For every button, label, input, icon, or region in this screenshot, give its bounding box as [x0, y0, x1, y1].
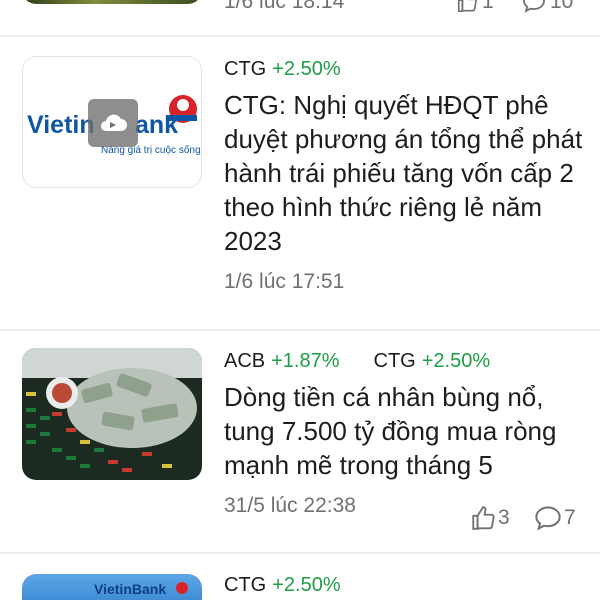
article-headline[interactable]: CTG: Nghị quyết HĐQT phê duyệt phương án…	[224, 88, 584, 258]
previous-thumbnail[interactable]	[22, 0, 202, 4]
divider	[0, 35, 600, 37]
like-button[interactable]: 3	[470, 505, 510, 531]
like-count: 3	[498, 506, 510, 529]
svg-text:VietinBank: VietinBank	[94, 581, 166, 597]
previous-comment-button[interactable]: 10	[522, 0, 573, 14]
article-thumbnail[interactable]: Vietin ank Nâng giá trị cuộc sống	[22, 56, 202, 188]
thumbs-up-icon	[457, 0, 477, 12]
stock-code: CTG	[224, 573, 267, 596]
news-card[interactable]: Vietin ank Nâng giá trị cuộc sống CTG +2…	[0, 56, 600, 326]
previous-comment-count: 10	[550, 0, 574, 13]
vietinbank-logo: VietinBank	[94, 581, 188, 597]
stock-change: +2.50%	[272, 57, 341, 80]
article-thumbnail[interactable]	[22, 348, 202, 480]
comment-button[interactable]: 7	[534, 505, 576, 531]
video-play-button[interactable]	[88, 99, 138, 147]
previous-time: 1/6 lúc 18:14	[224, 0, 345, 13]
article-content: ACB +1.87% CTG +2.50% Dòng tiền cá nhân …	[224, 348, 584, 518]
stock-code: CTG	[224, 57, 267, 80]
svg-text:Vietin: Vietin	[27, 111, 95, 139]
comment-count: 7	[564, 506, 576, 529]
article-thumbnail[interactable]: VietinBank	[22, 574, 202, 600]
news-card[interactable]: VietinBank CTG +2.50%	[0, 572, 600, 600]
article-time: 1/6 lúc 17:51	[224, 270, 345, 293]
article-content: CTG +2.50%	[224, 572, 584, 598]
previous-like-button[interactable]: 1	[456, 0, 494, 14]
stock-change: +1.87%	[271, 349, 340, 372]
stock-tags: ACB +1.87% CTG +2.50%	[224, 348, 584, 374]
money-stock-board-image	[22, 348, 202, 480]
stock-tag[interactable]: CTG +2.50%	[224, 574, 341, 597]
comment-icon	[523, 0, 545, 13]
stock-change: +2.50%	[421, 349, 491, 372]
comment-icon	[535, 506, 561, 531]
article-content: CTG +2.50% CTG: Nghị quyết HĐQT phê duyệ…	[224, 56, 584, 294]
news-card[interactable]: ACB +1.87% CTG +2.50% Dòng tiền cá nhân …	[0, 348, 600, 538]
stock-change: +2.50%	[272, 573, 341, 596]
stock-tags: CTG +2.50%	[224, 56, 584, 82]
stock-tag[interactable]: CTG +2.50%	[224, 58, 341, 81]
thumbs-up-icon	[472, 506, 495, 530]
article-time: 31/5 lúc 22:38	[224, 494, 356, 517]
stock-tag[interactable]: ACB +1.87%	[224, 350, 340, 373]
divider	[0, 552, 600, 554]
previous-like-count: 1	[482, 0, 494, 13]
cloud-play-icon	[101, 114, 127, 131]
divider	[0, 329, 600, 331]
stock-code: CTG	[373, 349, 416, 372]
previous-article[interactable]: 1/6 lúc 18:14 1 10	[0, 0, 600, 36]
stock-tag[interactable]: CTG +2.50%	[374, 350, 491, 373]
stock-code: ACB	[224, 349, 266, 372]
article-headline[interactable]: Dòng tiền cá nhân bùng nổ, tung 7.500 tỷ…	[224, 380, 584, 482]
stock-tags: CTG +2.50%	[224, 572, 584, 598]
